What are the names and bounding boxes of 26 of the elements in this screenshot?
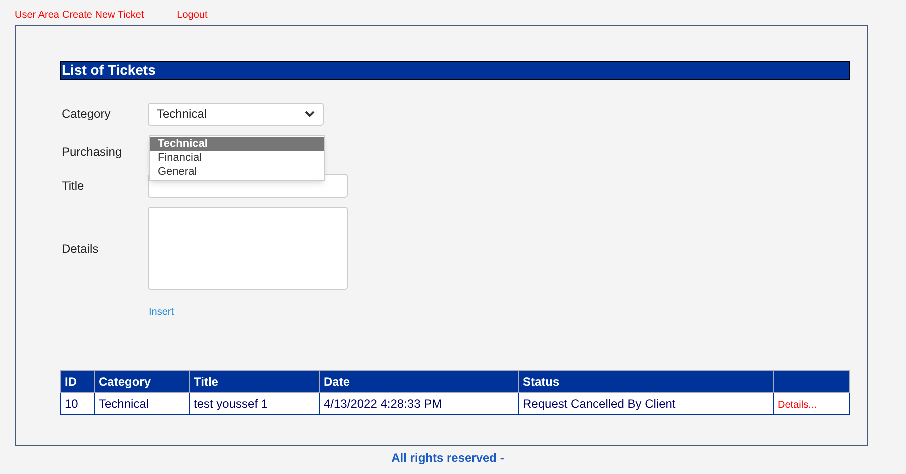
column-header: Status	[518, 370, 774, 392]
details-field[interactable]	[148, 207, 348, 290]
column-header: Title	[190, 370, 320, 392]
nav-link[interactable]: Create New Ticket	[62, 11, 144, 25]
page-heading: List of Tickets	[60, 61, 850, 80]
insert-link[interactable]: Insert	[149, 307, 174, 318]
dropdown-option[interactable]: Financial	[150, 151, 324, 165]
nav-link[interactable]: User Area	[15, 11, 60, 25]
column-header: Date	[320, 370, 518, 392]
field-label: Purchasing	[61, 144, 124, 161]
chevron-icon	[305, 110, 315, 118]
category-select[interactable]: Technical	[148, 102, 324, 126]
dropdown-option[interactable]: Technical	[150, 137, 324, 151]
table-cell: 10	[60, 392, 94, 414]
table-cell: 4/13/2022 4:28:33 PM	[320, 392, 518, 414]
table-cell: test youssef 1	[190, 392, 320, 414]
field-label: Title	[61, 178, 86, 195]
column-header: ID	[60, 370, 94, 392]
table-cell: Technical	[94, 392, 190, 414]
dropdown-option[interactable]: General	[150, 165, 324, 179]
field-label: Category	[61, 106, 112, 123]
nav-link[interactable]: Logout	[177, 11, 208, 25]
footer-text: All rights reserved -	[392, 450, 504, 467]
table-cell: Request Cancelled By Client	[518, 392, 774, 414]
field-label: Details	[61, 240, 100, 258]
column-header: Category	[94, 370, 190, 392]
